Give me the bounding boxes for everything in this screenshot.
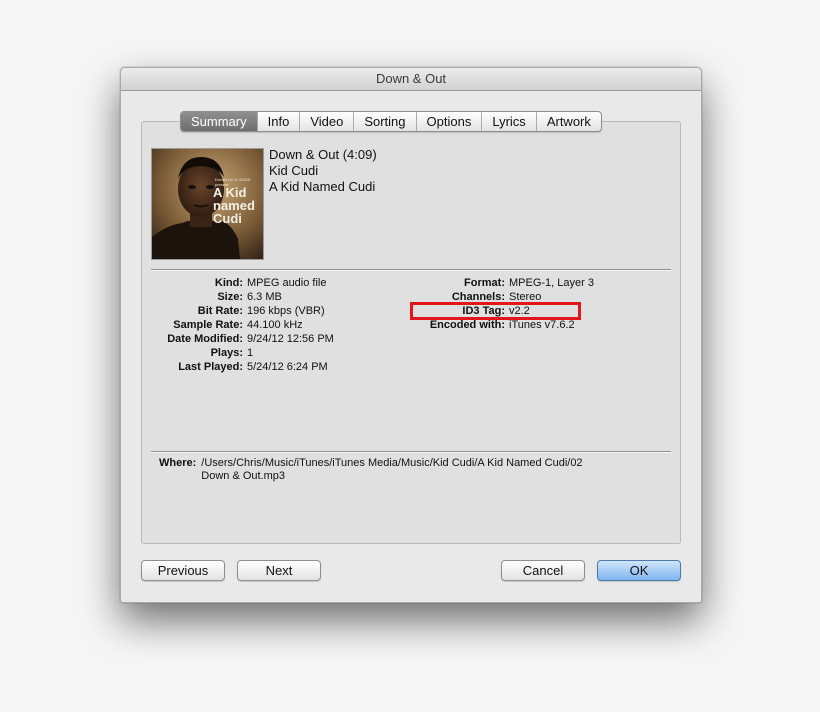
field-label: Date Modified: [167, 333, 243, 345]
left-fields: Kind: MPEG audio file Size: 6.3 MB Bit Rat… [121, 276, 334, 374]
field-row: Date Modified: 9/24/12 12:56 PM [121, 332, 334, 346]
get-info-window: Down & Out Summary Info Video Sorting Op… [120, 67, 702, 603]
field-value: 5/24/12 6:24 PM [247, 361, 328, 373]
tab-sorting[interactable]: Sorting [354, 112, 417, 131]
field-row: Kind: MPEG audio file [121, 276, 334, 290]
field-label: Sample Rate: [173, 319, 243, 331]
artwork-title-line3: Cudi [213, 211, 242, 226]
track-album: A Kid Named Cudi [269, 179, 376, 194]
where-path-line2: Down & Out.mp3 [201, 470, 286, 482]
field-row: Bit Rate: 196 kbps (VBR) [121, 304, 334, 318]
field-row: Format: MPEG-1, Layer 3 [401, 276, 594, 290]
where-path-line1: /Users/Chris/Music/iTunes/iTunes Media/M… [201, 457, 583, 469]
field-value: MPEG-1, Layer 3 [509, 277, 594, 289]
id3-tag-highlight [410, 302, 581, 320]
field-value: MPEG audio file [247, 277, 327, 289]
field-label: Encoded with: [429, 319, 505, 331]
tab-info[interactable]: Info [258, 112, 301, 131]
previous-button[interactable]: Previous [141, 560, 225, 581]
bottom-divider [151, 451, 671, 453]
tab-artwork[interactable]: Artwork [537, 112, 601, 131]
tab-summary[interactable]: Summary [181, 112, 258, 131]
where-path: /Users/Chris/Music/iTunes/iTunes Media/M… [201, 457, 582, 483]
file-location: Where: /Users/Chris/Music/iTunes/iTunes … [159, 457, 583, 483]
track-title: Down & Out (4:09) [269, 147, 377, 162]
field-label: Kind: [214, 277, 243, 289]
tab-lyrics[interactable]: Lyrics [482, 112, 537, 131]
field-label: Format: [464, 277, 505, 289]
field-label: Last Played: [178, 361, 243, 373]
field-row: Sample Rate: 44.100 kHz [121, 318, 334, 332]
field-value: 6.3 MB [247, 291, 282, 303]
window-title: Down & Out [121, 68, 701, 91]
tab-bar: Summary Info Video Sorting Options Lyric… [180, 111, 602, 132]
field-row: Size: 6.3 MB [121, 290, 334, 304]
track-artist: Kid Cudi [269, 163, 319, 178]
tab-video[interactable]: Video [300, 112, 355, 131]
field-value: 196 kbps (VBR) [247, 305, 325, 317]
next-button[interactable]: Next [237, 560, 321, 581]
track-header: Down & Out (4:09) Kid Cudi A Kid Named C… [269, 147, 377, 195]
tab-options[interactable]: Options [417, 112, 483, 131]
field-label: Plays: [210, 347, 243, 359]
ok-button[interactable]: OK [597, 560, 681, 581]
field-label: Size: [217, 291, 243, 303]
field-value: 1 [247, 347, 254, 359]
cancel-button[interactable]: Cancel [501, 560, 585, 581]
field-value: 44.100 kHz [247, 319, 303, 331]
field-row: Last Played: 5/24/12 6:24 PM [121, 360, 334, 374]
field-value: 9/24/12 12:56 PM [247, 333, 334, 345]
field-value: iTunes v7.6.2 [509, 319, 575, 331]
where-label: Where: [159, 457, 197, 469]
top-divider [151, 269, 671, 271]
field-label: Bit Rate: [197, 305, 243, 317]
artwork-title: A Kid named Cudi [213, 186, 255, 225]
album-artwork: Dream On & GOOD present A Kid named Cudi [151, 148, 264, 260]
field-row: Encoded with: iTunes v7.6.2 [401, 318, 594, 332]
field-row: Plays: 1 [121, 346, 334, 360]
